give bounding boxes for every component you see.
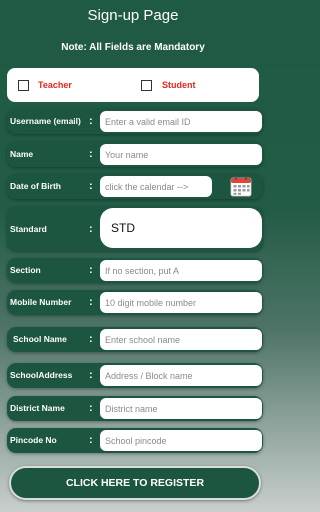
school-address-row: SchoolAddress : bbox=[7, 363, 263, 388]
school-name-input[interactable] bbox=[100, 329, 262, 350]
mobile-row: Mobile Number : bbox=[7, 290, 263, 315]
mandatory-note: Note: All Fields are Mandatory bbox=[61, 42, 205, 53]
dob-input[interactable] bbox=[100, 176, 212, 197]
student-checkbox[interactable] bbox=[141, 80, 152, 91]
mobile-label: Mobile Number bbox=[10, 297, 72, 307]
register-button[interactable]: CLICK HERE TO REGISTER bbox=[9, 466, 261, 500]
pincode-colon: : bbox=[89, 434, 93, 446]
pincode-row: Pincode No : bbox=[7, 428, 263, 453]
district-input[interactable] bbox=[100, 398, 262, 419]
username-label: Username (email) bbox=[10, 116, 81, 126]
pincode-label: Pincode No bbox=[10, 435, 57, 445]
school-address-input[interactable] bbox=[100, 365, 262, 386]
dob-colon: : bbox=[89, 180, 93, 192]
section-colon: : bbox=[89, 264, 93, 276]
username-colon: : bbox=[89, 115, 93, 127]
teacher-checkbox[interactable] bbox=[18, 80, 29, 91]
username-row: Username (email) : bbox=[7, 109, 263, 134]
dob-label: Date of Birth bbox=[10, 181, 61, 191]
pincode-input[interactable] bbox=[100, 430, 262, 451]
school-name-row: School Name : bbox=[7, 327, 263, 352]
school-name-colon: : bbox=[89, 333, 93, 345]
calendar-icon[interactable] bbox=[230, 175, 252, 197]
role-selector: Teacher Student bbox=[7, 68, 259, 102]
student-label[interactable]: Student bbox=[162, 80, 196, 90]
district-colon: : bbox=[89, 402, 93, 414]
standard-label: Standard bbox=[10, 224, 47, 234]
name-label: Name bbox=[10, 149, 34, 159]
dob-row: Date of Birth : bbox=[7, 174, 263, 199]
section-input[interactable] bbox=[100, 260, 262, 281]
school-address-label: SchoolAddress bbox=[10, 370, 73, 380]
standard-select[interactable]: STD bbox=[100, 208, 262, 248]
name-row: Name : bbox=[7, 142, 263, 167]
district-row: District Name : bbox=[7, 396, 263, 421]
standard-colon: : bbox=[89, 223, 93, 235]
section-label: Section bbox=[10, 265, 41, 275]
page-title: Sign-up Page bbox=[87, 7, 179, 24]
section-row: Section : bbox=[7, 258, 263, 283]
standard-row: Standard : STD bbox=[7, 207, 263, 251]
teacher-label[interactable]: Teacher bbox=[38, 80, 72, 90]
district-label: District Name bbox=[10, 403, 65, 413]
name-colon: : bbox=[89, 148, 93, 160]
school-name-label: School Name bbox=[13, 334, 67, 344]
mobile-colon: : bbox=[89, 296, 93, 308]
mobile-input[interactable] bbox=[100, 292, 262, 313]
name-input[interactable] bbox=[100, 144, 262, 165]
username-input[interactable] bbox=[100, 111, 262, 132]
school-address-colon: : bbox=[89, 369, 93, 381]
